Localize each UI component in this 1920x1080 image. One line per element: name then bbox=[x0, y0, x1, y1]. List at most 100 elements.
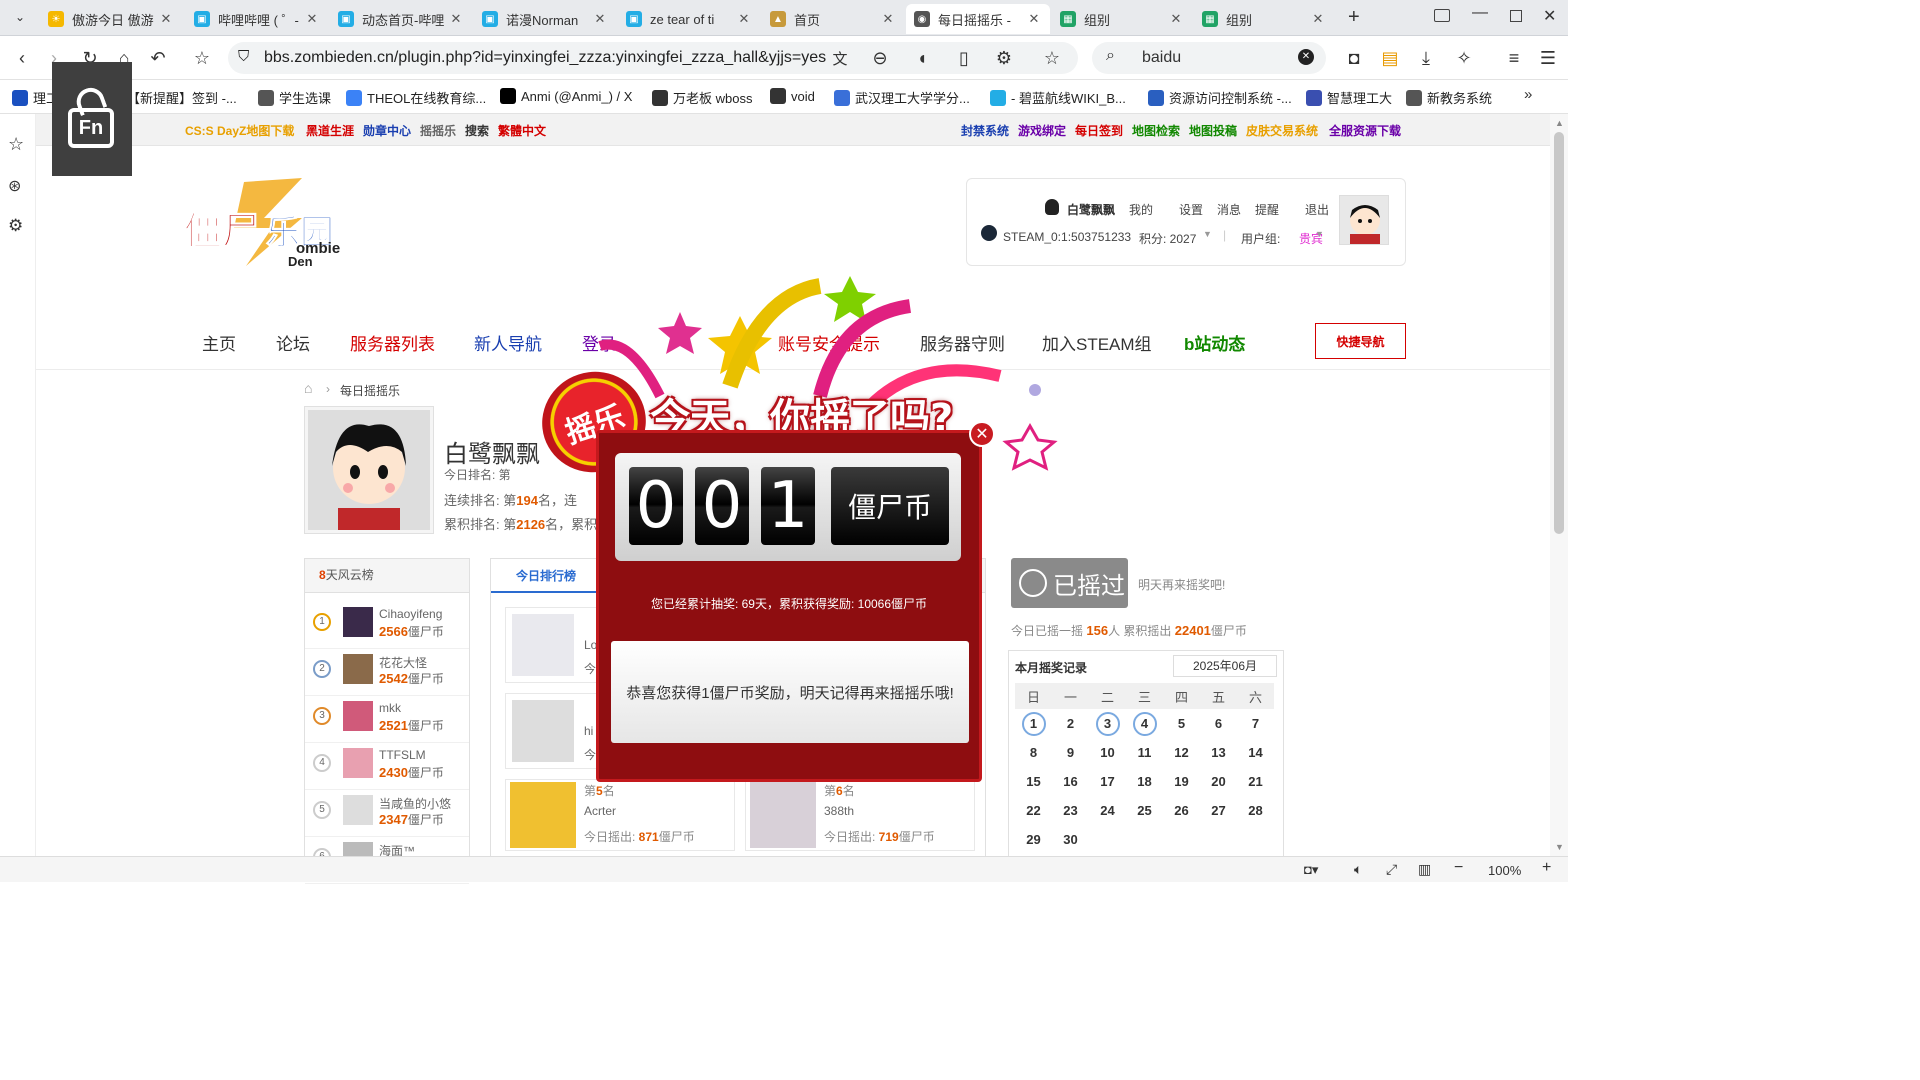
split-view-icon[interactable]: ▥ bbox=[1418, 861, 1431, 878]
new-tab-button[interactable]: + bbox=[1348, 6, 1360, 29]
scroll-down-arrow[interactable]: ▼ bbox=[1555, 842, 1564, 852]
maximize-button[interactable] bbox=[1510, 10, 1522, 22]
cloud-rank-row[interactable]: 1 Cihaoyifeng 2566僵尸币 bbox=[305, 603, 469, 649]
user-menu-link[interactable]: 消息 bbox=[1217, 201, 1241, 218]
top-link[interactable]: 繁體中文 bbox=[498, 122, 546, 139]
browser-tab[interactable]: ▣ 诺漫Norman ✕ bbox=[474, 4, 616, 34]
tab-list-dropdown-icon[interactable]: ⌄ bbox=[10, 10, 30, 28]
scroll-up-arrow[interactable]: ▲ bbox=[1555, 118, 1564, 128]
tab-close-icon[interactable]: ✕ bbox=[448, 11, 464, 27]
puzzle-extension-icon[interactable]: ✧ bbox=[1452, 46, 1476, 70]
tools-sidebar-icon[interactable]: ⊛ bbox=[8, 176, 21, 196]
quick-nav-button[interactable]: 快捷导航 bbox=[1315, 323, 1406, 359]
clear-search-icon[interactable]: ✕ bbox=[1298, 49, 1314, 65]
user-menu-link[interactable]: 提醒 bbox=[1255, 201, 1279, 218]
collections-icon[interactable]: ☆ bbox=[1040, 46, 1064, 70]
favorites-sidebar-icon[interactable]: ☆ bbox=[8, 134, 24, 155]
site-logo[interactable]: 僵尸 乐园 ombie Den bbox=[184, 178, 356, 270]
download-icon[interactable]: ⤓ bbox=[1414, 46, 1438, 70]
site-info-icon[interactable]: ⛉ bbox=[238, 48, 249, 65]
zoom-out-icon[interactable]: ⊖ bbox=[868, 46, 892, 70]
reader-mode-icon[interactable]: ▯ bbox=[952, 46, 976, 70]
tab-overview-icon[interactable] bbox=[1434, 9, 1450, 22]
page-scrollbar[interactable]: ▲ ▼ bbox=[1550, 114, 1568, 856]
tab-close-icon[interactable]: ✕ bbox=[880, 11, 896, 27]
points-dropdown-icon[interactable]: ▼ bbox=[1203, 229, 1212, 239]
bookmark-item[interactable]: THEOL在线教育综... bbox=[346, 88, 486, 107]
bookmark-item[interactable]: - 碧蓝航线WIKI_B... bbox=[990, 88, 1126, 107]
favorite-star-icon[interactable]: ☆ bbox=[190, 46, 214, 70]
browser-tab[interactable]: ◉ 每日摇摇乐 - ✕ bbox=[906, 4, 1050, 34]
sidebar-toggle-icon[interactable]: ≡ bbox=[1502, 46, 1526, 70]
back-button[interactable]: ‹ bbox=[10, 46, 34, 70]
translate-icon[interactable]: 文 bbox=[828, 46, 852, 70]
username-link[interactable]: 白鹭飘飘 bbox=[1067, 201, 1115, 218]
usergroup-dropdown-icon[interactable]: ▼ bbox=[1315, 229, 1324, 239]
zoom-in-status-button[interactable]: + bbox=[1542, 859, 1551, 877]
undo-button[interactable]: ↶ bbox=[146, 46, 170, 70]
browser-tab[interactable]: ▣ 哔哩哔哩 ( ゜- ✕ bbox=[186, 4, 328, 34]
zoom-level[interactable]: 100% bbox=[1488, 863, 1521, 878]
settings-sidebar-icon[interactable]: ⚙ bbox=[8, 216, 23, 236]
tab-close-icon[interactable]: ✕ bbox=[1310, 11, 1326, 27]
user-menu-link[interactable]: 退出 bbox=[1305, 201, 1329, 218]
scrollbar-thumb[interactable] bbox=[1554, 132, 1564, 534]
points-link[interactable]: 积分: 2027 bbox=[1139, 230, 1196, 247]
tab-today-ranking[interactable]: 今日排行榜 bbox=[491, 559, 601, 593]
bookmark-item[interactable]: 新教务系统 bbox=[1406, 88, 1492, 107]
main-nav-item[interactable]: 主页 bbox=[202, 330, 236, 355]
url-field[interactable]: ⛉ bbs.zombieden.cn/plugin.php?id=yinxing… bbox=[228, 42, 1078, 74]
top-link[interactable]: 摇摇乐 bbox=[420, 122, 456, 139]
bookmark-item[interactable]: 万老板 wboss bbox=[652, 88, 752, 107]
today-card[interactable]: 第5名 Acrter 今日摇出: 871僵尸币 bbox=[505, 779, 735, 851]
top-link[interactable]: 皮肤交易系统 bbox=[1246, 122, 1318, 139]
bookmark-item[interactable]: 资源访问控制系统 -... bbox=[1148, 88, 1292, 107]
top-link[interactable]: 搜索 bbox=[465, 122, 489, 139]
breadcrumb[interactable]: 每日摇摇乐 bbox=[340, 382, 400, 399]
screenshot-icon[interactable]: ◘ bbox=[1342, 46, 1366, 70]
browser-tab[interactable]: ▣ ze tear of ti ✕ bbox=[618, 4, 760, 34]
main-nav-item[interactable]: 新人导航 bbox=[474, 330, 542, 355]
notes-icon[interactable]: ▤ bbox=[1378, 46, 1402, 70]
top-link[interactable]: 每日签到 bbox=[1075, 122, 1123, 139]
tab-close-icon[interactable]: ✕ bbox=[736, 11, 752, 27]
zoom-out-status-button[interactable]: − bbox=[1454, 859, 1463, 877]
browser-tab[interactable]: ☀ 傲游今日 傲游 ✕ bbox=[40, 4, 182, 34]
top-link[interactable]: 勋章中心 bbox=[363, 122, 411, 139]
user-avatar[interactable] bbox=[1339, 195, 1389, 245]
cloud-rank-row[interactable]: 2 花花大怪 2542僵尸币 bbox=[305, 650, 469, 696]
bookmark-item[interactable]: void bbox=[770, 88, 815, 104]
bookmark-item[interactable]: 智慧理工大 bbox=[1306, 88, 1392, 107]
already-shaken-button[interactable]: 已摇过 bbox=[1011, 558, 1128, 608]
fullscreen-icon[interactable]: ⤢ bbox=[1386, 861, 1397, 878]
tab-close-icon[interactable]: ✕ bbox=[1026, 11, 1042, 27]
browser-tab[interactable]: ▲ 首页 ✕ bbox=[762, 4, 904, 34]
tab-close-icon[interactable]: ✕ bbox=[1168, 11, 1184, 27]
bookmark-item[interactable]: 武汉理工大学学分... bbox=[834, 88, 970, 107]
top-link[interactable]: 地图投稿 bbox=[1189, 122, 1237, 139]
top-link[interactable]: 封禁系统 bbox=[961, 122, 1009, 139]
cloud-rank-row[interactable]: 3 mkk 2521僵尸币 bbox=[305, 697, 469, 743]
cloud-rank-row[interactable]: 5 当咸鱼的小悠 2347僵尸币 bbox=[305, 791, 469, 837]
top-link[interactable]: 全服资源下载 bbox=[1329, 122, 1401, 139]
tab-close-icon[interactable]: ✕ bbox=[304, 11, 320, 27]
extensions-icon[interactable]: ⚙ bbox=[992, 46, 1016, 70]
top-link[interactable]: 地图检索 bbox=[1132, 122, 1180, 139]
more-bookmarks-icon[interactable]: » bbox=[1524, 86, 1532, 103]
status-screenshot-icon[interactable]: ◘▾ bbox=[1304, 862, 1318, 878]
close-popup-button[interactable]: ✕ bbox=[969, 421, 995, 447]
top-link[interactable]: 游戏绑定 bbox=[1018, 122, 1066, 139]
today-card[interactable]: 第6名 388th 今日摇出: 719僵尸币 bbox=[745, 779, 975, 851]
user-menu-link[interactable]: 我的 bbox=[1129, 201, 1153, 218]
user-menu-link[interactable]: 设置 bbox=[1179, 201, 1203, 218]
volume-icon[interactable]: 🔈︎ bbox=[1354, 861, 1362, 878]
search-input[interactable]: ⌕ baidu ✕ bbox=[1092, 42, 1326, 74]
browser-tab[interactable]: ▣ 动态首页-哔哩 ✕ bbox=[330, 4, 472, 34]
home-icon[interactable]: ⌂ bbox=[304, 380, 312, 396]
menu-icon[interactable]: ☰ bbox=[1536, 46, 1560, 70]
main-nav-item[interactable]: b站动态 bbox=[1184, 330, 1245, 355]
minimize-button[interactable]: — bbox=[1472, 4, 1488, 22]
browser-tab[interactable]: ▦ 组别 ✕ bbox=[1194, 4, 1334, 34]
browser-tab[interactable]: ▦ 组别 ✕ bbox=[1052, 4, 1192, 34]
main-nav-item[interactable]: 服务器列表 bbox=[350, 330, 435, 355]
